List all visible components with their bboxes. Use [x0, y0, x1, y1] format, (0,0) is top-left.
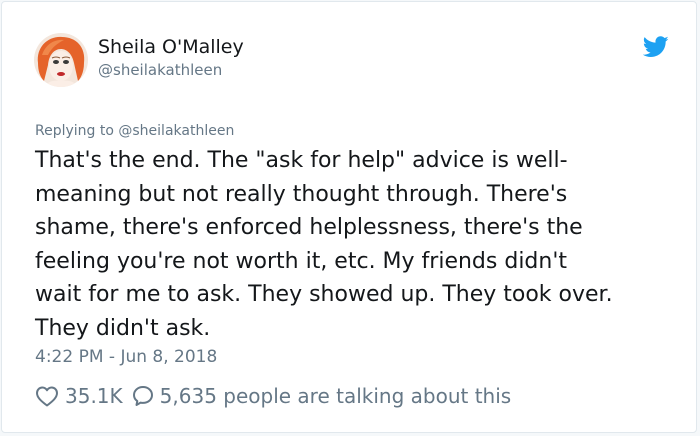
author-name[interactable]: Sheila O'Malley	[98, 35, 244, 59]
tweet-text: That's the end. The "ask for help" advic…	[35, 144, 675, 346]
tweet-line: meaning but not really thought through. …	[35, 181, 568, 207]
tweet-actions: 35.1K 5,635 people are talking about thi…	[35, 382, 511, 410]
divider	[35, 377, 671, 378]
heart-icon	[36, 386, 58, 407]
replying-to-label: Replying to	[35, 123, 114, 139]
twitter-bird-icon[interactable]	[642, 36, 669, 58]
tweet-card: Sheila O'Malley @sheilakathleen Replying…	[1, 1, 697, 433]
speech-bubble-icon	[132, 386, 153, 406]
like-count: 35.1K	[65, 384, 123, 408]
profile-photo	[34, 33, 88, 87]
tweet-line: feeling you're not worth it, etc. My fri…	[35, 248, 568, 274]
tweet-line: That's the end. The "ask for help" advic…	[35, 148, 568, 173]
tweet-timestamp[interactable]: 4:22 PM - Jun 8, 2018	[35, 346, 217, 368]
talking-count: 5,635 people are talking about this	[159, 384, 512, 408]
tweet-line: They didn't ask.	[35, 315, 211, 341]
like-button[interactable]: 35.1K	[35, 384, 131, 408]
replying-to-line: Replying to @sheilakathleen	[35, 121, 234, 141]
tweet-line: wait for me to ask. They showed up. They…	[35, 282, 613, 308]
replying-to-handle[interactable]: @sheilakathleen	[118, 123, 234, 139]
talking-link[interactable]: 5,635 people are talking about this	[131, 384, 512, 408]
author-handle[interactable]: @sheilakathleen	[98, 60, 222, 80]
author-avatar[interactable]	[34, 33, 88, 87]
tweet-line: shame, there's enforced helplessness, th…	[35, 215, 583, 241]
